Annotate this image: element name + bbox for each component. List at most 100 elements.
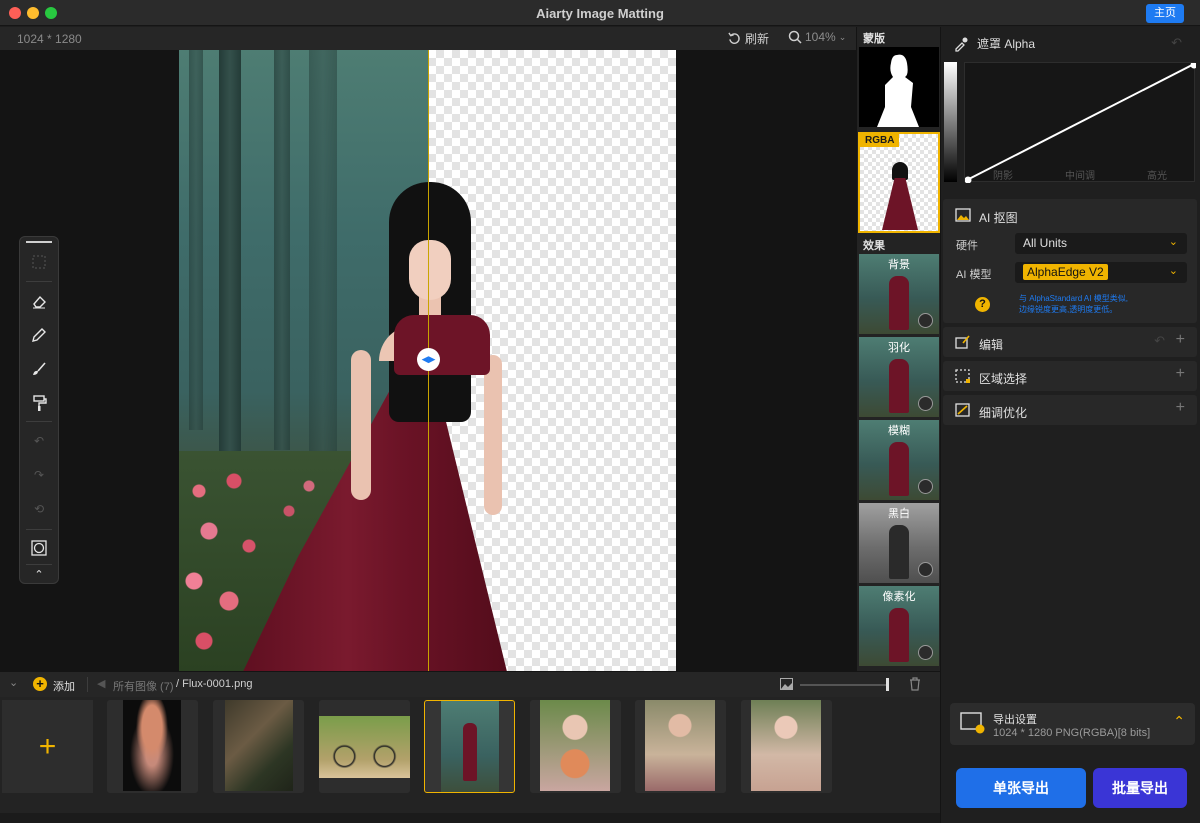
crop-select-icon[interactable] [28, 251, 50, 273]
add-image-tile[interactable]: + [2, 700, 93, 793]
refine-section[interactable]: 细调优化 + [943, 395, 1197, 425]
effect-name: 黑白 [888, 508, 910, 520]
brush-icon[interactable] [28, 358, 50, 380]
effect-toggle[interactable] [918, 479, 933, 494]
image-icon [955, 208, 971, 222]
back-arrow-icon[interactable]: ◀ [97, 677, 105, 690]
thumbnail-image [751, 700, 821, 791]
breadcrumb-all-images[interactable]: 所有图像 (7) [113, 678, 174, 694]
thumbnail-forest-floor[interactable] [213, 700, 304, 793]
effect-blur[interactable]: 模糊 [859, 420, 939, 500]
model-select[interactable]: AlphaEdge V2 ⌄ [1015, 262, 1187, 283]
help-icon[interactable]: ? [975, 297, 990, 312]
edit-undo-icon[interactable]: ↶ [1154, 333, 1165, 349]
tool-palette: ↶ ↷ ⟲ ⌃ [19, 236, 59, 584]
mask-view-icon[interactable] [28, 537, 50, 559]
effect-background[interactable]: 背景 [859, 254, 939, 334]
plus-icon[interactable]: + [1176, 399, 1185, 417]
effects-label: 效果 [863, 240, 885, 252]
thumbnail-woman-flowers-2[interactable] [635, 700, 726, 793]
region-select-icon [955, 369, 970, 383]
eyedropper-icon[interactable] [953, 36, 969, 52]
plus-icon[interactable]: + [1176, 365, 1185, 383]
effect-pixelate[interactable]: 像素化 [859, 586, 939, 666]
export-settings[interactable]: 导出设置 1024 * 1280 PNG(RGBA)[8 bits] ⌃ [950, 703, 1195, 745]
add-icon[interactable]: + [33, 677, 47, 691]
rgba-tag: RGBA [860, 134, 900, 147]
effect-preview-subject [889, 359, 909, 413]
hardware-label: 硬件 [956, 240, 978, 252]
chevron-down-icon: ⌄ [1168, 236, 1178, 248]
reset-icon[interactable]: ⟲ [28, 498, 50, 520]
eraser-icon[interactable] [28, 290, 50, 312]
batch-export-button[interactable]: 批量导出 [1093, 768, 1187, 808]
subject-face [409, 240, 451, 300]
effect-name: 背景 [888, 259, 910, 271]
subject-arm [351, 350, 371, 500]
undo-icon[interactable]: ↶ [28, 430, 50, 452]
divider [26, 281, 52, 282]
thumbnail-jellyfish[interactable] [107, 700, 198, 793]
mask-thumbnail[interactable] [859, 47, 939, 127]
single-export-button[interactable]: 单张导出 [956, 768, 1086, 808]
rgba-subject-dress [882, 178, 918, 230]
effect-name: 羽化 [888, 342, 910, 354]
effect-toggle[interactable] [918, 562, 933, 577]
region-select-title: 区域选择 [979, 372, 1028, 386]
filmstrip: + [0, 697, 940, 813]
filmstrip-header: ⌄ + 添加 ◀ 所有图像 (7) / Flux-0001.png [0, 671, 940, 697]
paint-roller-icon[interactable] [28, 392, 50, 414]
rgba-thumbnail[interactable]: RGBA [858, 132, 940, 233]
model-label: AI 模型 [956, 269, 992, 281]
app-title: Aiarty Image Matting [536, 6, 664, 21]
collapse-up-icon[interactable]: ⌃ [28, 566, 50, 582]
edit-section[interactable]: 编辑 ↶ + [943, 327, 1197, 357]
tree-trunk [274, 50, 290, 450]
effect-toggle[interactable] [918, 645, 933, 660]
edit-icon [955, 335, 970, 349]
region-select-section[interactable]: 区域选择 + [943, 361, 1197, 391]
thumbnail-bicycle[interactable] [319, 700, 410, 793]
thumbnail-woman-flowers-1[interactable] [530, 700, 621, 793]
model-hint-line2: 边缘锐度更高,透明度更低。 [1019, 305, 1118, 314]
image-canvas[interactable]: ◀▶ ↶ ↷ ⟲ ⌃ [0, 50, 856, 671]
hardware-select[interactable]: All Units ⌄ [1015, 233, 1187, 254]
curve-label-highlights: 高光 [1147, 171, 1167, 182]
effect-toggle[interactable] [918, 396, 933, 411]
effect-toggle[interactable] [918, 313, 933, 328]
redo-icon[interactable]: ↷ [28, 464, 50, 486]
compare-drag-handle[interactable]: ◀▶ [417, 348, 440, 371]
alpha-title: 遮罩 Alpha [977, 37, 1036, 51]
mask-silhouette [877, 54, 919, 127]
zoom-control[interactable]: 104% ⌄ [788, 30, 846, 44]
pencil-icon[interactable] [28, 324, 50, 346]
model-hint-line1: 与 AlphaStandard AI 模型类似, [1019, 294, 1128, 303]
canvas-header: 1024 * 1280 刷新 104% ⌄ [0, 27, 856, 50]
expand-up-icon[interactable]: ⌃ [1173, 713, 1185, 730]
curve-label-shadows: 阴影 [993, 171, 1013, 182]
add-label[interactable]: 添加 [53, 678, 75, 694]
thumbnail-image [540, 700, 610, 791]
slider-handle[interactable] [886, 678, 889, 691]
thumbnail-size-slider[interactable] [800, 684, 888, 686]
refresh-button[interactable]: 刷新 [728, 30, 769, 47]
refresh-icon [728, 32, 740, 44]
alpha-curve-editor[interactable]: 阴影 中间调 高光 [964, 62, 1196, 183]
alpha-curve [965, 63, 1196, 183]
refresh-label: 刷新 [745, 32, 770, 46]
trash-icon[interactable] [909, 677, 921, 691]
thumbnail-woman-flowers-3[interactable] [741, 700, 832, 793]
effect-black-white[interactable]: 黑白 [859, 503, 939, 583]
right-panel: 遮罩 Alpha ↶ 阴影 中间调 高光 AI 抠图 硬件 All Units … [940, 27, 1200, 823]
effect-feather[interactable]: 羽化 [859, 337, 939, 417]
palette-grip[interactable] [26, 241, 52, 243]
collapse-down-icon[interactable]: ⌄ [9, 676, 18, 689]
thumbnail-woman-red-dress[interactable] [424, 700, 515, 793]
ai-section-title: AI 抠图 [979, 211, 1018, 225]
alpha-header: 遮罩 Alpha [953, 35, 1035, 52]
effect-preview-subject [889, 442, 909, 496]
home-button[interactable]: 主页 [1146, 4, 1184, 23]
divider [26, 564, 52, 565]
plus-icon[interactable]: + [1176, 331, 1185, 349]
alpha-undo-icon[interactable]: ↶ [1171, 35, 1182, 51]
